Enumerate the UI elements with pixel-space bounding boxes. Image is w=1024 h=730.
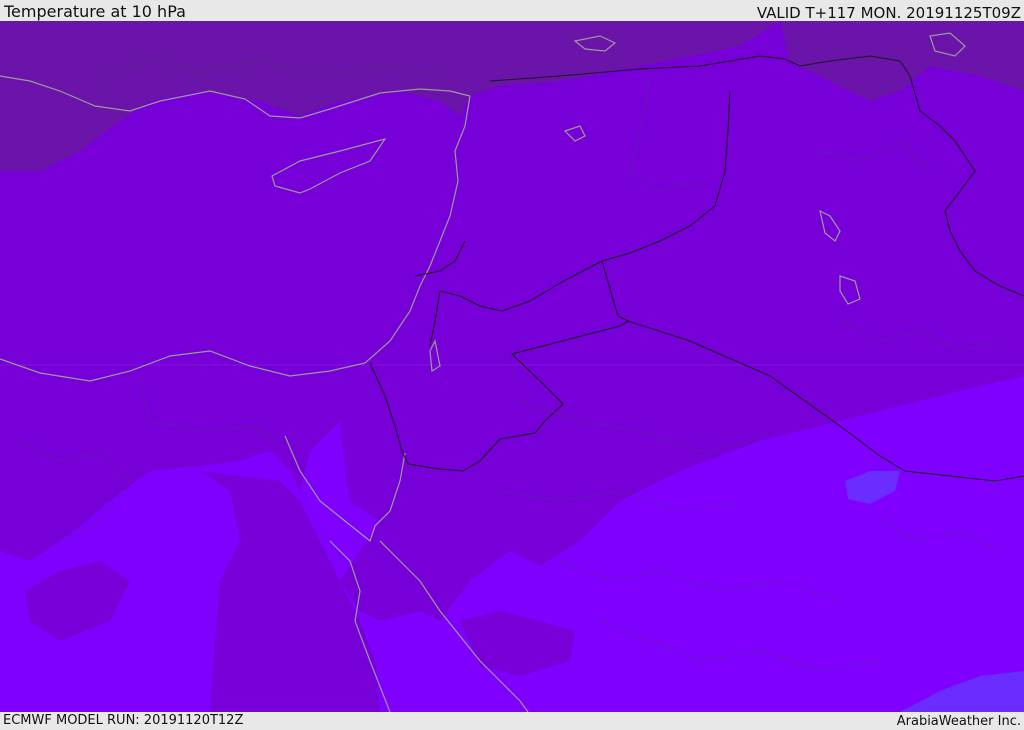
map-panel[interactable] <box>0 21 1024 712</box>
map-title: Temperature at 10 hPa <box>4 2 186 21</box>
weather-map <box>0 21 1024 712</box>
footer-bar: ECMWF MODEL RUN: 20191120T12Z ArabiaWeat… <box>0 712 1024 729</box>
valid-time: VALID T+117 MON. 20191125T09Z <box>756 4 1021 22</box>
credit-label: ArabiaWeather Inc. <box>896 714 1021 729</box>
model-run-label: ECMWF MODEL RUN: 20191120T12Z <box>3 713 244 728</box>
header-bar: Temperature at 10 hPa VALID T+117 MON. 2… <box>0 0 1024 21</box>
